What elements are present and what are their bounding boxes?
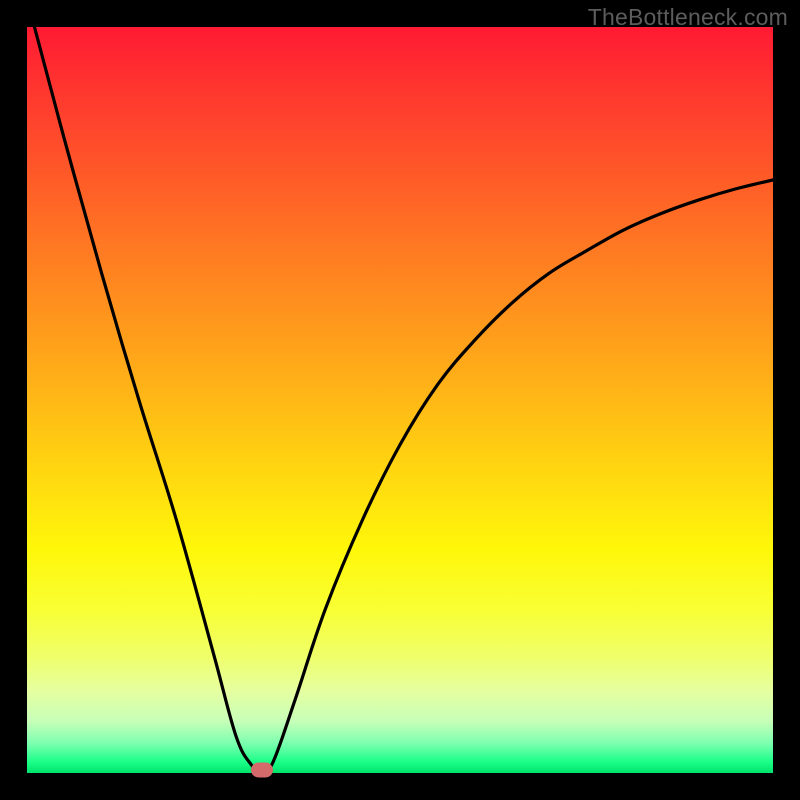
chart-frame: TheBottleneck.com	[0, 0, 800, 800]
bottleneck-curve	[27, 27, 773, 773]
plot-area	[27, 27, 773, 773]
minimum-marker	[251, 763, 273, 778]
